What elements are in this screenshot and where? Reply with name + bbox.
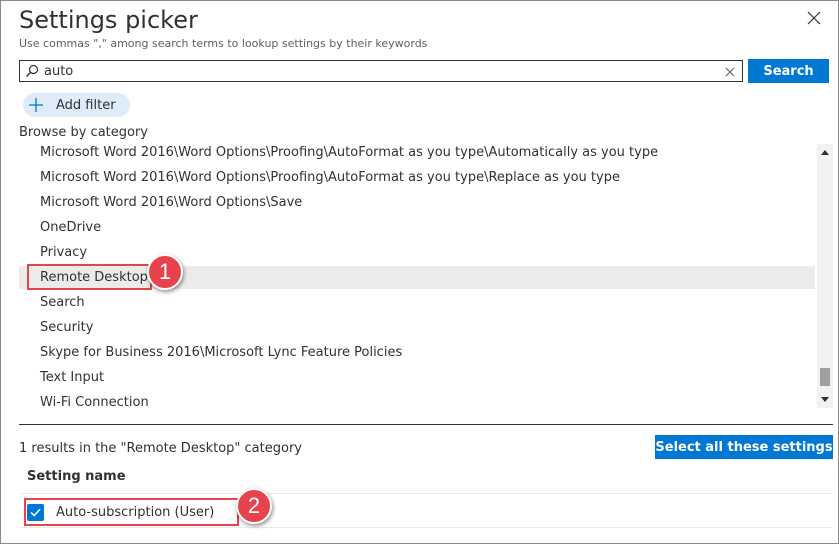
callout-box-remote-desktop — [27, 264, 152, 290]
category-item[interactable]: Security — [19, 316, 815, 339]
dialog-subtitle: Use commas "," among search terms to loo… — [19, 37, 428, 50]
add-filter-button[interactable]: Add filter — [23, 93, 130, 117]
category-item[interactable]: Microsoft Word 2016\Word Options\Save — [19, 191, 815, 214]
section-divider — [19, 424, 833, 425]
category-item[interactable]: Microsoft Word 2016\Word Options\Proofin… — [19, 141, 815, 164]
header-divider — [19, 493, 833, 494]
category-scrollbar[interactable] — [817, 144, 833, 408]
callout-badge-1: 1 — [147, 254, 183, 290]
search-icon — [25, 64, 39, 78]
scroll-thumb[interactable] — [820, 368, 830, 386]
callout-badge-2: 2 — [236, 488, 272, 524]
results-count: 1 results in the "Remote Desktop" catego… — [19, 441, 302, 456]
category-item[interactable]: Privacy — [19, 241, 815, 264]
category-item[interactable]: Search — [19, 291, 815, 314]
search-input[interactable] — [44, 62, 714, 80]
clear-icon[interactable] — [724, 65, 736, 77]
setting-name-column-header: Setting name — [27, 469, 126, 484]
settings-picker-dialog: Settings picker Use commas "," among sea… — [0, 0, 839, 544]
category-item[interactable]: OneDrive — [19, 216, 815, 239]
dialog-title: Settings picker — [19, 6, 198, 34]
callout-box-auto-subscription — [24, 498, 239, 526]
search-field[interactable] — [19, 60, 743, 82]
category-item[interactable]: Skype for Business 2016\Microsoft Lync F… — [19, 341, 815, 364]
plus-icon — [29, 98, 43, 112]
browse-by-category-label: Browse by category — [19, 125, 148, 140]
add-filter-label: Add filter — [56, 97, 116, 113]
row-divider — [19, 527, 833, 528]
scroll-down-icon[interactable] — [817, 392, 833, 408]
scroll-up-icon[interactable] — [817, 144, 833, 160]
close-icon[interactable] — [804, 8, 824, 28]
select-all-settings-button[interactable]: Select all these settings — [655, 435, 833, 459]
category-item[interactable]: Text Input — [19, 366, 815, 389]
category-item[interactable]: Wi-Fi Connection — [19, 391, 815, 410]
search-button[interactable]: Search — [748, 59, 829, 83]
category-item[interactable]: Microsoft Word 2016\Word Options\Proofin… — [19, 166, 815, 189]
